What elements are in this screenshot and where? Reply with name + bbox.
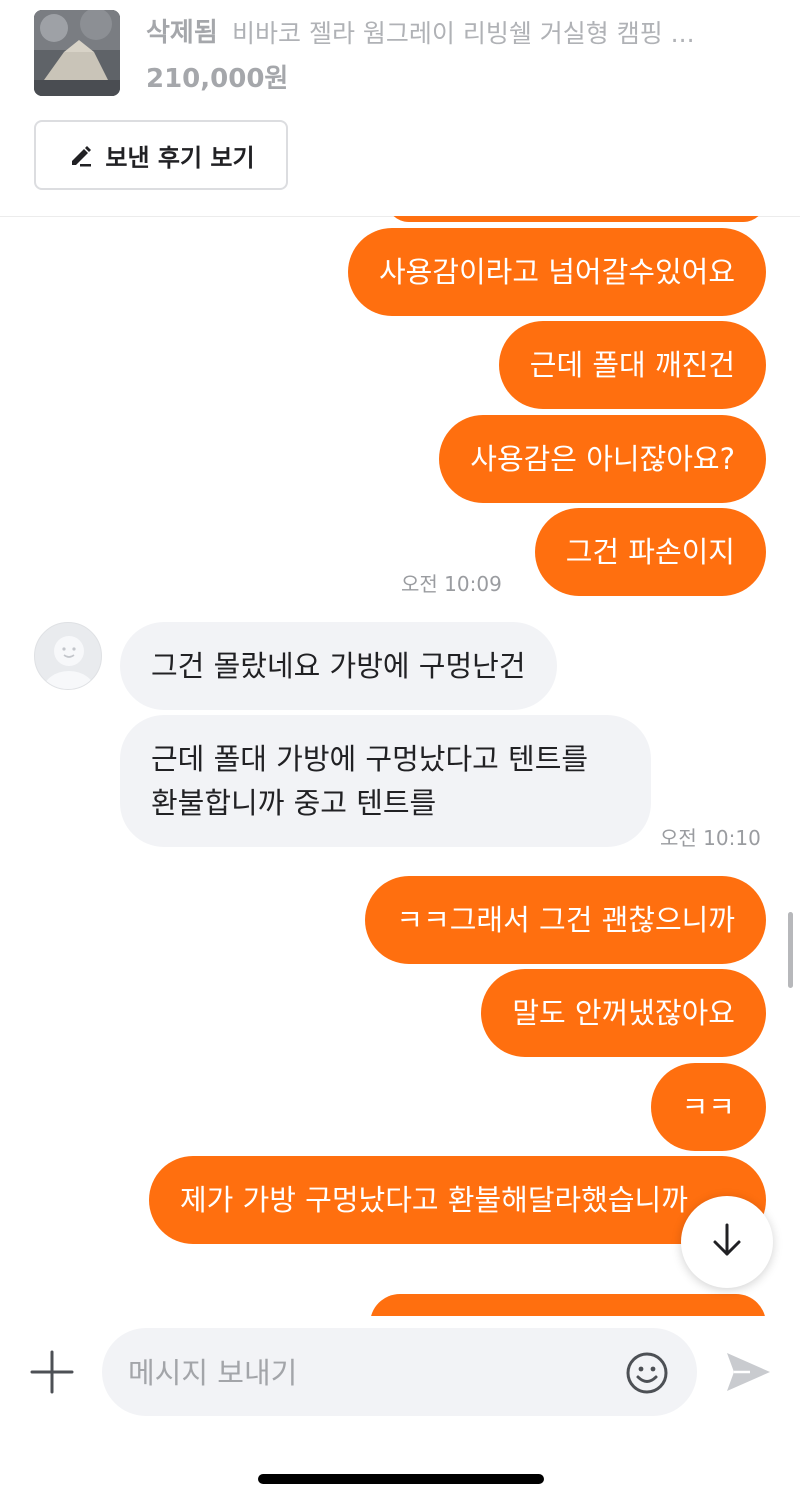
message-timestamp: 오전 10:09 [401,572,502,596]
home-indicator [258,1474,544,1484]
send-icon [724,1353,772,1400]
scrollbar[interactable] [788,912,793,988]
message-bubble-partial [386,216,766,222]
message-input-placeholder: 메시지 보내기 [128,1356,298,1390]
product-price: 210,000원 [146,64,289,94]
message-bubble[interactable]: 그건 몰랐네요 가방에 구멍난건 [120,622,557,710]
product-thumbnail[interactable] [34,10,120,96]
deleted-status: 삭제됨 [146,18,218,48]
send-button[interactable] [724,1348,772,1396]
review-button-label: 보낸 후기 보기 [105,143,255,172]
product-title: 비바코 젤라 웜그레이 리빙쉘 거실형 캠핑 ... [232,19,695,48]
attach-button[interactable] [30,1350,74,1394]
message-bubble[interactable]: ㅋㅋ그래서 그건 괜찮으니까 [365,876,766,964]
avatar[interactable] [34,622,102,690]
message-bubble[interactable]: 말도 안꺼냈잖아요 [481,969,766,1057]
product-header: 삭제됨 비바코 젤라 웜그레이 리빙쉘 거실형 캠핑 ... 210,000원 … [0,0,800,217]
view-sent-review-button[interactable]: 보낸 후기 보기 [34,120,288,190]
emoji-button[interactable] [624,1350,670,1396]
message-bubble[interactable]: 근데 폴대 깨진건 [498,321,766,409]
arrow-down-icon [707,1220,747,1264]
message-bubble[interactable]: 사용감은 아니잖아요? [439,415,766,503]
message-timestamp: 오전 10:10 [660,826,761,850]
smile-icon [624,1352,670,1400]
message-bubble[interactable]: ㅋㅋ [650,1063,766,1151]
message-bubble[interactable]: 근데 폴대 가방에 구멍났다고 텐트를 환불합니까 중고 텐트를 [120,715,651,847]
scroll-down-button[interactable] [681,1196,773,1288]
pencil-icon [67,141,95,169]
message-list[interactable]: 사용감이라고 넘어갈수있어요 근데 폴대 깨진건 사용감은 아니잖아요? 그건 … [0,216,800,1316]
message-bubble[interactable]: 제가 가방 구멍났다고 환불해달라했습니까 [149,1156,766,1244]
message-bubble-partial [370,1294,766,1316]
message-bubble[interactable]: 그건 파손이지 [534,508,766,596]
plus-icon [30,1350,74,1398]
message-bubble[interactable]: 사용감이라고 넘어갈수있어요 [347,228,766,316]
